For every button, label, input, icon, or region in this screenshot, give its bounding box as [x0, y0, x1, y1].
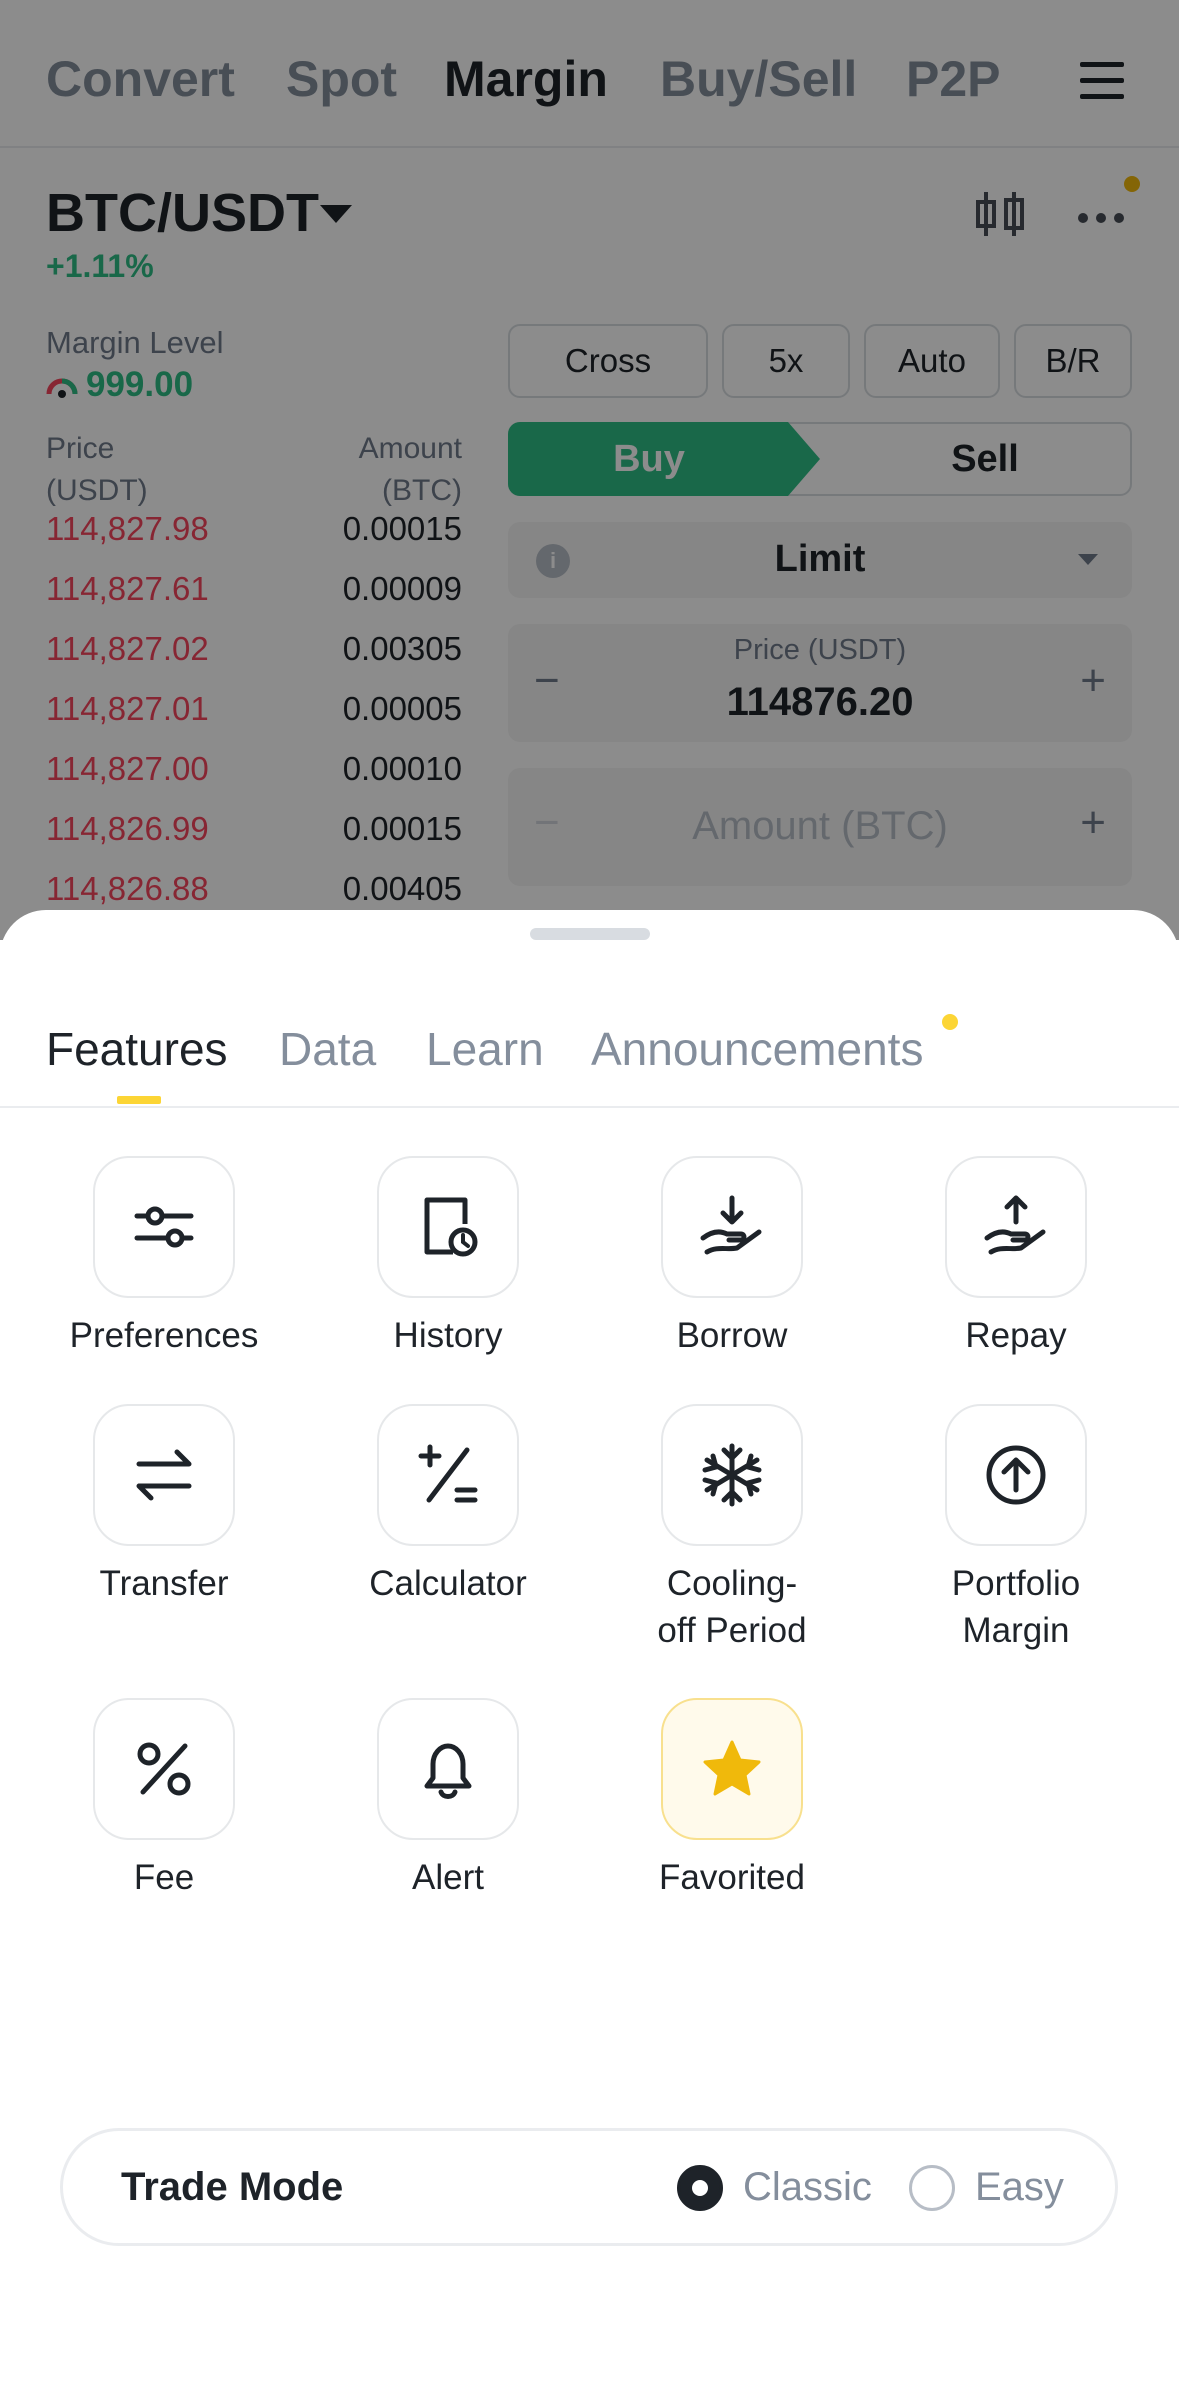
feature-label: Favorited: [659, 1858, 805, 1897]
tab-learn[interactable]: Learn: [426, 1022, 544, 1076]
feature-transfer[interactable]: Transfer: [22, 1404, 306, 1607]
feature-label: Calculator: [369, 1564, 527, 1603]
easy-option-label[interactable]: Easy: [975, 2165, 1064, 2210]
feature-portfolio-margin[interactable]: Portfolio Margin: [874, 1404, 1158, 1654]
repay-hand-icon: [984, 1195, 1046, 1255]
feature-calculator[interactable]: Calculator: [306, 1404, 590, 1607]
sheet-drag-handle[interactable]: [530, 928, 650, 940]
snowflake-icon: [702, 1443, 762, 1507]
feature-label: Alert: [412, 1858, 484, 1897]
feature-favorited[interactable]: Favorited: [590, 1698, 874, 1901]
classic-option-label[interactable]: Classic: [743, 2165, 872, 2210]
percent-icon: [137, 1742, 191, 1796]
calculator-icon: [418, 1444, 478, 1503]
feature-label: Portfolio Margin: [951, 1564, 1081, 1650]
feature-label: History: [393, 1316, 503, 1355]
bell-icon: [424, 1743, 472, 1799]
tab-divider: [0, 1106, 1179, 1108]
feature-repay[interactable]: Repay: [874, 1156, 1158, 1359]
feature-fee[interactable]: Fee: [22, 1698, 306, 1901]
history-icon: [424, 1197, 478, 1257]
feature-label: Borrow: [676, 1316, 788, 1355]
features-bottom-sheet: Features Data Learn Announcements Prefer…: [0, 910, 1179, 2396]
easy-radio[interactable]: [909, 2165, 955, 2211]
trade-mode-label: Trade Mode: [121, 2165, 344, 2209]
feature-alert[interactable]: Alert: [306, 1698, 590, 1901]
classic-radio[interactable]: [677, 2165, 723, 2211]
feature-label: Repay: [965, 1316, 1067, 1355]
feature-label: Transfer: [99, 1564, 229, 1603]
borrow-hand-icon: [700, 1195, 762, 1255]
feature-label: Preferences: [69, 1316, 259, 1355]
modal-overlay[interactable]: [0, 0, 1179, 940]
feature-history[interactable]: History: [306, 1156, 590, 1359]
feature-borrow[interactable]: Borrow: [590, 1156, 874, 1359]
tab-features[interactable]: Features: [46, 1022, 228, 1076]
feature-label: Cooling-off Period: [657, 1564, 807, 1650]
feature-label: Fee: [133, 1858, 195, 1897]
sliders-icon: [134, 1206, 194, 1248]
active-tab-indicator: [117, 1096, 161, 1104]
trade-mode-selector: Trade Mode Classic Easy: [60, 2128, 1118, 2246]
tab-announcements[interactable]: Announcements: [591, 1022, 923, 1076]
announcements-badge-dot: [942, 1014, 958, 1030]
arrow-up-circle-icon: [986, 1445, 1046, 1505]
transfer-arrows-icon: [136, 1449, 192, 1501]
star-icon: [703, 1740, 761, 1796]
feature-preferences[interactable]: Preferences: [22, 1156, 306, 1359]
tab-data[interactable]: Data: [279, 1022, 376, 1076]
feature-cooling-off-period[interactable]: Cooling-off Period: [590, 1404, 874, 1654]
